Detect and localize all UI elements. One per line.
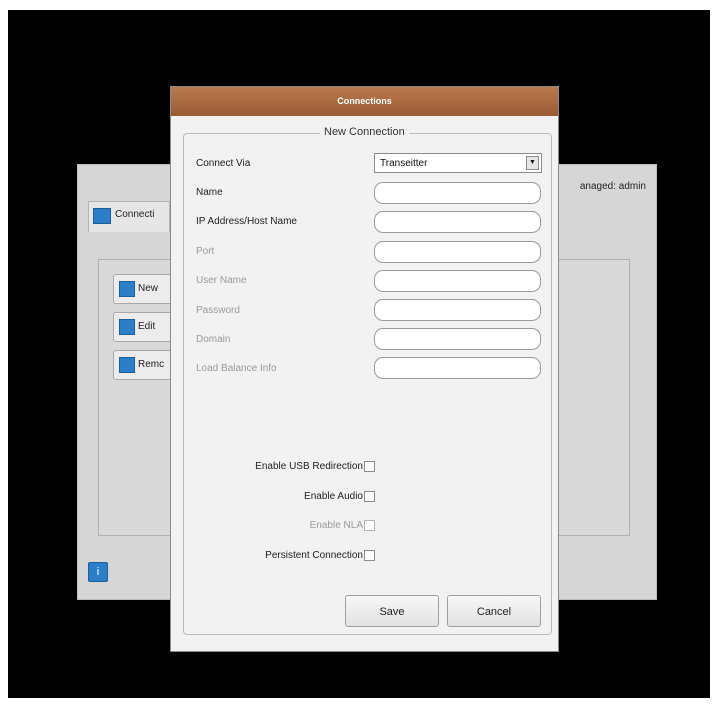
domain-field[interactable] — [374, 328, 541, 350]
connect-via-select[interactable]: Transeitter ▼ — [374, 153, 542, 173]
host-field[interactable] — [374, 211, 541, 233]
save-button[interactable]: Save — [345, 595, 439, 627]
load-balance-label: Load Balance Info — [196, 363, 277, 374]
usb-redirection-checkbox[interactable] — [364, 461, 375, 472]
remove-icon — [119, 357, 135, 373]
port-field[interactable] — [374, 241, 541, 263]
dialog-title: Connections — [171, 87, 558, 116]
persistent-connection-checkbox[interactable] — [364, 550, 375, 561]
edit-button-label: Edit — [138, 321, 156, 332]
tab-connections[interactable]: Connecti — [88, 201, 170, 232]
load-balance-field[interactable] — [374, 357, 541, 379]
enable-audio-checkbox[interactable] — [364, 491, 375, 502]
enable-nla-checkbox[interactable] — [364, 520, 375, 531]
connect-via-label: Connect Via — [196, 158, 251, 169]
monitor-icon — [93, 208, 111, 224]
enable-audio-label: Enable Audio — [304, 491, 363, 502]
enable-nla-label: Enable NLA — [309, 520, 363, 531]
username-field[interactable] — [374, 270, 541, 292]
chevron-down-icon[interactable]: ▼ — [526, 156, 539, 170]
new-button-label: New — [138, 283, 159, 294]
usb-redirection-label: Enable USB Redirection — [255, 461, 363, 472]
managed-by-label: anaged: admin — [579, 181, 646, 192]
connect-via-value: Transeitter — [380, 158, 428, 169]
tab-connections-label: Connecti — [115, 209, 155, 220]
username-label: User Name — [196, 275, 247, 286]
persistent-connection-label: Persistent Connection — [265, 550, 363, 561]
host-label: IP Address/Host Name — [196, 216, 297, 227]
password-label: Password — [196, 305, 240, 316]
password-field[interactable] — [374, 299, 541, 321]
info-icon[interactable]: i — [88, 562, 108, 582]
name-field[interactable] — [374, 182, 541, 204]
name-label: Name — [196, 187, 223, 198]
port-label: Port — [196, 246, 215, 257]
cancel-button[interactable]: Cancel — [447, 595, 541, 627]
new-connection-icon — [119, 281, 135, 297]
edit-icon — [119, 319, 135, 335]
remove-button-label: Remc — [138, 359, 165, 370]
group-title: New Connection — [320, 126, 409, 138]
new-connection-dialog: Connections New Connection Connect Via T… — [170, 86, 559, 652]
domain-label: Domain — [196, 334, 231, 345]
